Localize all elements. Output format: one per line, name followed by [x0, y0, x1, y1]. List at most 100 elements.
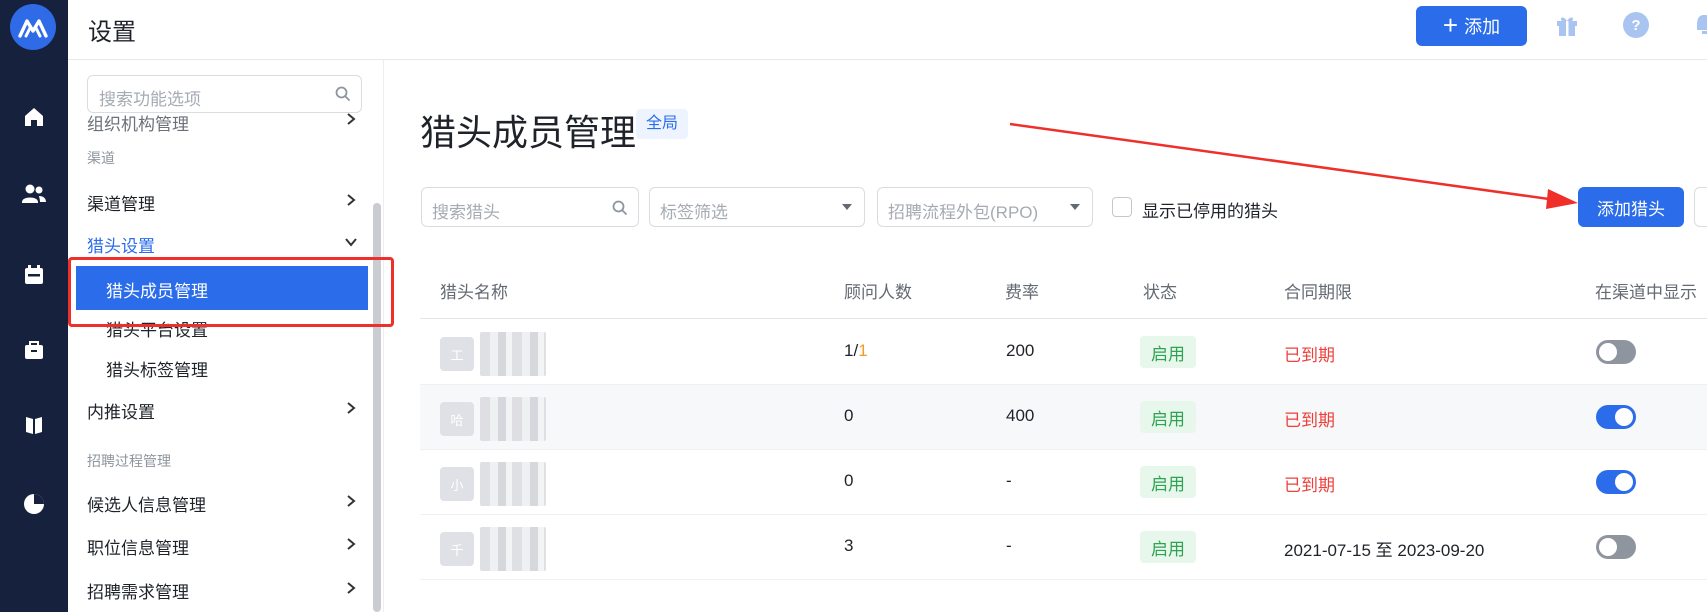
help-icon[interactable]: ? — [1621, 10, 1651, 40]
bell-icon[interactable] — [1689, 10, 1707, 40]
add-headhunter-button[interactable]: 添加猎头 — [1578, 187, 1684, 227]
chevron-right-icon — [347, 402, 356, 414]
channel-display-toggle[interactable] — [1596, 535, 1636, 559]
column-header-status: 状态 — [1143, 283, 1177, 302]
left-rail — [0, 0, 68, 612]
rate-value: - — [1006, 536, 1012, 555]
headhunter-search-input[interactable]: 搜索猎头 — [421, 187, 639, 227]
scope-badge: 全局 — [636, 109, 689, 139]
sidebar-item-candidate[interactable]: 候选人信息管理 — [87, 491, 206, 516]
channel-display-toggle[interactable] — [1596, 405, 1636, 429]
people-icon[interactable] — [20, 180, 48, 208]
consultant-count-extra: 1 — [858, 341, 868, 360]
consultant-count: 3 — [844, 536, 853, 556]
page-header-title: 设置 — [88, 19, 136, 46]
headhunter-search-placeholder: 搜索猎头 — [432, 203, 500, 222]
section-process: 招聘过程管理 — [87, 453, 171, 469]
channel-display-toggle[interactable] — [1596, 340, 1636, 364]
tag-filter-select[interactable]: 标签筛选 — [649, 187, 865, 227]
channel-display-toggle[interactable] — [1596, 470, 1636, 494]
sidebar-item-tags[interactable]: 猎头标签管理 — [106, 356, 208, 381]
table-row[interactable]: 哈 0 400 启用 已到期 — [420, 385, 1707, 450]
add-button-label: 添加 — [1464, 17, 1501, 37]
headhunter-avatar: 千 — [440, 532, 474, 566]
search-icon — [335, 86, 351, 102]
settings-search-placeholder: 搜索功能选项 — [99, 90, 201, 109]
page-title: 猎头成员管理 — [420, 112, 637, 153]
column-header-consultants: 顾问人数 — [844, 283, 912, 302]
table-header-divider — [420, 318, 1707, 319]
pie-chart-icon[interactable] — [20, 490, 48, 518]
headhunter-name-redacted — [480, 332, 546, 376]
status-badge: 启用 — [1140, 466, 1196, 498]
consultant-count-value: 0 — [844, 406, 854, 425]
contract-term: 2021-07-15 至 2023-09-20 — [1284, 541, 1485, 560]
headhunter-name-redacted — [480, 527, 546, 571]
caret-down-icon — [842, 204, 852, 210]
rpo-filter-select[interactable]: 招聘流程外包(RPO) — [877, 187, 1093, 227]
status-badge: 启用 — [1140, 336, 1196, 368]
chevron-right-icon — [347, 194, 356, 206]
rate-value: 400 — [1006, 406, 1035, 425]
annotation-highlight-box — [68, 257, 394, 327]
chevron-right-icon — [347, 582, 356, 594]
home-icon[interactable] — [20, 103, 48, 131]
svg-text:?: ? — [1631, 17, 1640, 34]
chevron-right-icon — [347, 113, 356, 125]
settings-menu: 组织机构管理 渠道 渠道管理 猎头设置 猎头成员管理 猎头平台设置 猎头标签管理… — [68, 60, 368, 612]
table-row[interactable]: 工 1/1 200 启用 已到期 — [420, 320, 1707, 385]
headhunter-name-redacted — [480, 462, 546, 506]
consultant-count: 0 — [844, 406, 853, 426]
column-header-rate: 费率 — [1005, 283, 1039, 302]
sidebar-item-referral[interactable]: 内推设置 — [87, 398, 155, 423]
contract-term: 已到期 — [1284, 346, 1335, 365]
chevron-down-icon — [345, 238, 357, 247]
caret-down-icon — [1070, 204, 1080, 210]
calendar-icon[interactable] — [20, 261, 48, 289]
table-row[interactable]: 小 0 - 启用 已到期 — [420, 450, 1707, 515]
logo-mark-icon — [18, 19, 48, 38]
sidebar-item-org[interactable]: 组织机构管理 — [87, 110, 189, 135]
headhunter-avatar: 工 — [440, 337, 474, 371]
toggle-knob — [1615, 473, 1633, 491]
status-badge: 启用 — [1140, 401, 1196, 433]
gift-icon[interactable] — [1552, 10, 1582, 40]
show-disabled-label: 显示已停用的猎头 — [1142, 202, 1278, 221]
table-row[interactable]: 千 3 - 启用 2021-07-15 至 2023-09-20 — [420, 515, 1707, 580]
sidebar-item-position[interactable]: 职位信息管理 — [87, 534, 189, 559]
rpo-filter-placeholder: 招聘流程外包(RPO) — [888, 203, 1039, 222]
plus-icon: + — [1442, 9, 1459, 40]
more-button[interactable] — [1694, 187, 1707, 227]
add-button[interactable]: + 添加 — [1416, 6, 1527, 46]
chevron-right-icon — [347, 538, 356, 550]
rate-value: 200 — [1006, 341, 1035, 360]
app-logo[interactable] — [10, 4, 56, 50]
settings-sidebar: 组织机构管理 渠道 渠道管理 猎头设置 猎头成员管理 猎头平台设置 猎头标签管理… — [68, 60, 384, 612]
toggle-knob — [1599, 538, 1617, 556]
chevron-right-icon — [347, 495, 356, 507]
contract-term: 已到期 — [1284, 476, 1335, 495]
briefcase-icon[interactable] — [20, 336, 48, 364]
contract-term: 已到期 — [1284, 411, 1335, 430]
sidebar-item-headhunter[interactable]: 猎头设置 — [87, 232, 155, 257]
consultant-count-value: 0 — [844, 471, 854, 490]
headhunter-name-redacted — [480, 397, 546, 441]
column-header-name: 猎头名称 — [440, 283, 508, 302]
tag-filter-placeholder: 标签筛选 — [660, 203, 728, 222]
consultant-count: 1/1 — [844, 341, 868, 361]
top-header: 设置 + 添加 ? — [68, 0, 1707, 60]
sidebar-item-demand[interactable]: 招聘需求管理 — [87, 578, 189, 603]
sidebar-item-channel[interactable]: 渠道管理 — [87, 190, 155, 215]
settings-search-input[interactable]: 搜索功能选项 — [87, 75, 362, 113]
toggle-knob — [1615, 408, 1633, 426]
headhunter-avatar: 哈 — [440, 402, 474, 436]
headhunter-avatar: 小 — [440, 467, 474, 501]
status-badge: 启用 — [1140, 531, 1196, 563]
toggle-knob — [1599, 343, 1617, 361]
rate-value: - — [1006, 471, 1012, 490]
book-icon[interactable] — [20, 411, 48, 439]
consultant-count-value: 3 — [844, 536, 854, 555]
column-header-contract: 合同期限 — [1284, 283, 1352, 302]
search-icon — [612, 200, 628, 216]
show-disabled-checkbox[interactable] — [1112, 197, 1132, 217]
